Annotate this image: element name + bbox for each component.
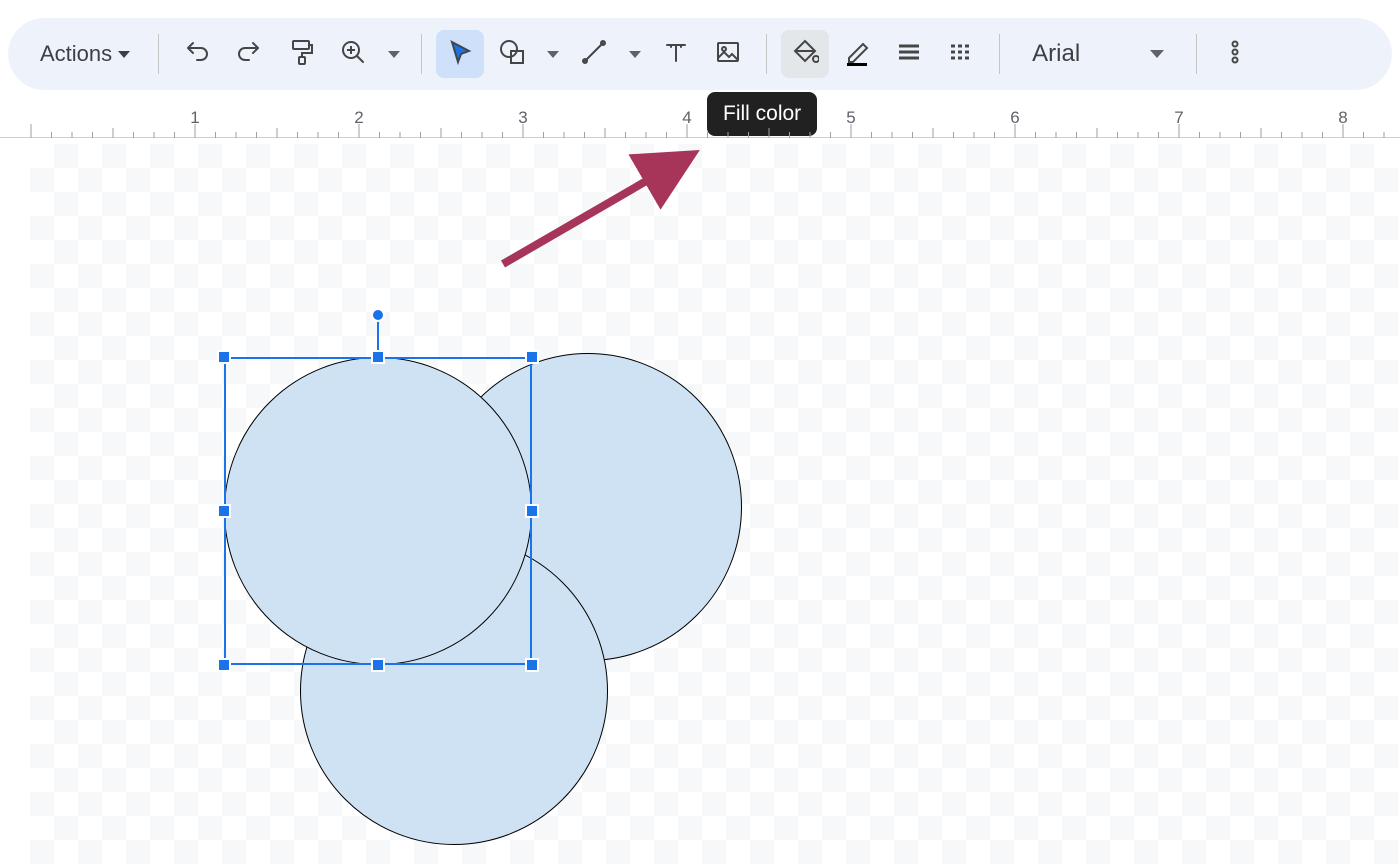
redo-button[interactable] [225,30,273,78]
lines-dashed-icon [947,38,975,71]
more-button[interactable] [1211,30,1259,78]
lines-solid-icon [895,38,923,71]
actions-label: Actions [40,41,112,67]
toolbar: Actions Arial [8,18,1392,90]
dropdown-caret-icon [1150,50,1164,58]
textbox-icon [662,38,690,71]
dropdown-caret-icon [547,51,559,58]
toolbar-separator [1196,34,1197,74]
selection-handle[interactable] [371,658,385,672]
zoom-button-dropdown[interactable] [381,30,407,78]
shape-tool[interactable] [488,30,536,78]
border-color-button[interactable] [833,30,881,78]
font-picker[interactable]: Arial [1014,30,1182,78]
more-icon [1221,38,1249,71]
selection-handle[interactable] [371,350,385,364]
undo-icon [183,38,211,71]
line-tool[interactable] [570,30,618,78]
dropdown-caret-icon [388,51,400,58]
pencil-underline-icon [843,38,871,71]
line-tool-dropdown[interactable] [622,30,648,78]
fill-color-button[interactable] [781,30,829,78]
selection-handle[interactable] [217,350,231,364]
font-name-label: Arial [1032,40,1080,68]
selection-handle[interactable] [217,504,231,518]
image-icon [714,38,742,71]
circle-left-selected[interactable] [224,357,532,665]
textbox-tool[interactable] [652,30,700,78]
toolbar-separator [421,34,422,74]
rotation-handle[interactable] [371,308,385,322]
selection-handle[interactable] [525,504,539,518]
undo-button[interactable] [173,30,221,78]
shape-tool-dropdown[interactable] [540,30,566,78]
selection-handle[interactable] [525,350,539,364]
border-dash-button[interactable] [937,30,985,78]
line-icon [580,38,608,71]
image-tool[interactable] [704,30,752,78]
fill-icon [791,38,819,71]
paintroller-icon [287,38,315,71]
paint-format-button[interactable] [277,30,325,78]
dropdown-caret-icon [118,51,130,58]
selection-handle[interactable] [217,658,231,672]
selection-handle[interactable] [525,658,539,672]
redo-icon [235,38,263,71]
drawing-canvas[interactable] [30,144,1398,864]
select-tool[interactable] [436,30,484,78]
toolbar-separator [999,34,1000,74]
border-weight-button[interactable] [885,30,933,78]
horizontal-ruler: 12345678 [0,104,1400,138]
toolbar-separator [158,34,159,74]
toolbar-separator [766,34,767,74]
zoom-button[interactable] [329,30,377,78]
zoom-icon [339,38,367,71]
actions-menu[interactable]: Actions [26,30,144,78]
dropdown-caret-icon [629,51,641,58]
cursor-icon [446,38,474,71]
shape-icon [498,38,526,71]
